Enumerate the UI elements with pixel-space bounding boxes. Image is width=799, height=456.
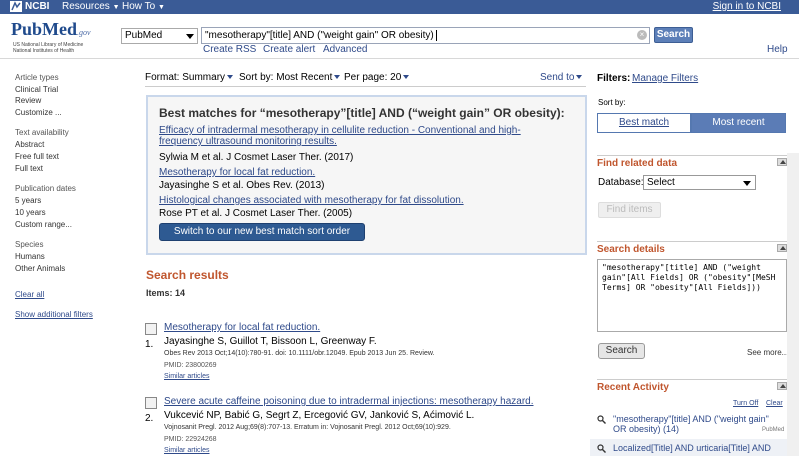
recent-activity-header[interactable]: Recent Activity <box>597 379 787 393</box>
species-title: Species <box>15 240 44 249</box>
result-source: Vojnosanit Pregl. 2012 Aug;69(8):707-13.… <box>164 424 451 431</box>
filter-free-full-text[interactable]: Free full text <box>15 152 59 161</box>
article-types-title: Article types <box>15 73 59 82</box>
result-checkbox-2[interactable] <box>145 397 157 409</box>
search-icon <box>597 415 606 424</box>
ncbi-top-bar: NCBI Resources ▼ How To ▼ Sign in to NCB… <box>0 0 799 14</box>
database-select[interactable]: PubMed <box>121 28 198 44</box>
result-title-link-2[interactable]: Severe acute caffeine poisoning due to i… <box>164 396 533 407</box>
items-count: Items: 14 <box>146 288 186 298</box>
filter-other-animals[interactable]: Other Animals <box>15 264 65 273</box>
result-title-link-1[interactable]: Mesotherapy for local fat reduction. <box>164 322 320 333</box>
activity-source: PubMed <box>762 427 785 433</box>
search-icon <box>597 444 606 453</box>
show-additional-filters-link[interactable]: Show additional filters <box>15 310 93 319</box>
create-alert-link[interactable]: Create alert <box>263 44 315 55</box>
create-rss-link[interactable]: Create RSS <box>203 44 256 55</box>
best-match-link-3[interactable]: Histological changes associated with mes… <box>159 195 464 206</box>
send-to-dropdown[interactable]: Send to <box>540 72 583 83</box>
find-related-data-header[interactable]: Find related data <box>597 155 787 169</box>
sort-most-recent-button[interactable]: Most recent <box>691 113 786 133</box>
clear-search-icon[interactable]: × <box>637 30 647 40</box>
filter-full-text[interactable]: Full text <box>15 164 43 173</box>
signin-link[interactable]: Sign in to NCBI <box>713 1 781 12</box>
collapse-icon[interactable] <box>777 158 787 166</box>
sort-best-match-button[interactable]: Best match <box>597 113 691 133</box>
result-source: Obes Rev 2013 Oct;14(10):780-91. doi: 10… <box>164 350 435 357</box>
filters-label: Filters: <box>597 73 631 84</box>
result-pmid: PMID: 22924268 <box>164 436 217 443</box>
result-number: 2. <box>145 413 154 424</box>
format-dropdown[interactable]: Format: Summary <box>145 72 234 83</box>
switch-sort-order-button[interactable]: Switch to our new best match sort order <box>159 223 365 241</box>
similar-articles-link[interactable]: Similar articles <box>164 447 210 454</box>
filter-5-years[interactable]: 5 years <box>15 196 41 205</box>
resources-menu[interactable]: Resources ▼ <box>62 1 120 12</box>
database-label: Database: <box>598 177 644 188</box>
related-database-select[interactable]: Select <box>643 175 756 190</box>
details-search-button[interactable]: Search <box>598 343 645 359</box>
collapse-icon[interactable] <box>777 382 787 390</box>
publication-dates-title: Publication dates <box>15 184 76 193</box>
help-link[interactable]: Help <box>767 44 788 55</box>
chevron-down-icon <box>186 34 194 39</box>
search-details-header[interactable]: Search details <box>597 241 787 255</box>
similar-articles-link[interactable]: Similar articles <box>164 373 210 380</box>
recent-activity-item-2[interactable]: Localized[Title] AND urticaria[Title] AN… <box>613 443 771 453</box>
search-details-textarea[interactable]: "mesotherapy"[title] AND ("weight gain"[… <box>597 259 787 332</box>
advanced-link[interactable]: Advanced <box>323 44 367 55</box>
best-match-cite-2: Jayasinghe S et al. Obes Rev. (2013) <box>159 180 325 191</box>
filter-customize-types[interactable]: Customize ... <box>15 108 62 117</box>
howto-menu[interactable]: How To ▼ <box>122 1 165 12</box>
pubmed-logo[interactable]: PubMed.gov <box>11 19 91 40</box>
best-match-cite-3: Rose PT et al. J Cosmet Laser Ther. (200… <box>159 208 353 219</box>
collapse-icon[interactable] <box>777 244 787 252</box>
sort-by-label: Sort by: <box>598 98 626 107</box>
filter-clinical-trial[interactable]: Clinical Trial <box>15 85 58 94</box>
best-match-link-1[interactable]: Efficacy of intradermal mesotherapy in c… <box>159 125 521 147</box>
recent-activity-item-1[interactable]: "mesotherapy"[title] AND ("weight gain" O… <box>613 414 769 434</box>
clear-all-link[interactable]: Clear all <box>15 290 44 299</box>
chevron-down-icon <box>743 181 751 186</box>
best-matches-title: Best matches for “mesotherapy”[title] AN… <box>159 106 565 120</box>
logo-subtitle-nih: National Institutes of Health <box>13 48 75 54</box>
per-page-dropdown[interactable]: Per page: 20 <box>344 72 410 83</box>
ncbi-logo-icon[interactable] <box>10 1 22 12</box>
text-availability-title: Text availability <box>15 128 69 137</box>
search-input[interactable]: "mesotherapy"[title] AND ("weight gain" … <box>201 27 650 44</box>
see-more-link[interactable]: See more... <box>747 348 788 357</box>
best-match-link-2[interactable]: Mesotherapy for local fat reduction. <box>159 167 315 178</box>
search-results-title: Search results <box>146 268 229 282</box>
best-match-cite-1: Sylwia M et al. J Cosmet Laser Ther. (20… <box>159 152 354 163</box>
find-items-button[interactable]: Find items <box>598 202 661 218</box>
divider <box>145 86 586 87</box>
search-button[interactable]: Search <box>654 27 693 43</box>
scrollbar[interactable] <box>787 153 799 456</box>
ncbi-logo-text[interactable]: NCBI <box>25 1 49 12</box>
result-number: 1. <box>145 339 154 350</box>
turn-off-link[interactable]: Turn Off <box>733 400 758 407</box>
result-authors: Vukcević NP, Babić G, Segrt Z, Ercegović… <box>164 410 475 421</box>
manage-filters-link[interactable]: Manage Filters <box>632 73 698 84</box>
filter-humans[interactable]: Humans <box>15 252 45 261</box>
result-checkbox-1[interactable] <box>145 323 157 335</box>
clear-activity-link[interactable]: Clear <box>766 400 783 407</box>
best-matches-box: Best matches for “mesotherapy”[title] AN… <box>146 95 587 255</box>
result-pmid: PMID: 23800269 <box>164 362 217 369</box>
filter-abstract[interactable]: Abstract <box>15 140 44 149</box>
filter-custom-range[interactable]: Custom range... <box>15 220 72 229</box>
filter-review[interactable]: Review <box>15 96 41 105</box>
sort-dropdown[interactable]: Sort by: Most Recent <box>239 72 341 83</box>
result-authors: Jayasinghe S, Guillot T, Bissoon L, Gree… <box>164 336 377 347</box>
filter-10-years[interactable]: 10 years <box>15 208 46 217</box>
